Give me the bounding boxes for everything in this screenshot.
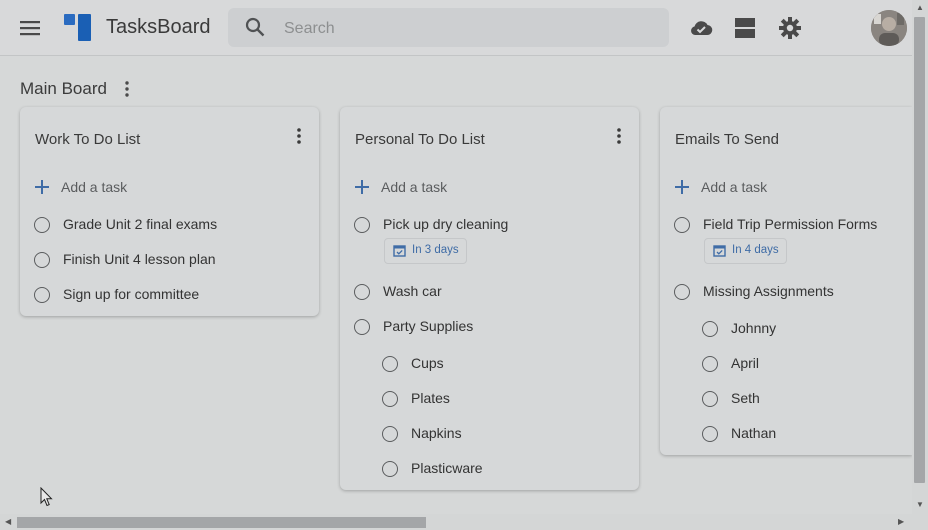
task-checkbox[interactable] <box>34 252 50 268</box>
add-task-label: Add a task <box>381 179 448 195</box>
horizontal-scroll-thumb[interactable] <box>17 517 426 528</box>
view-agenda-icon[interactable] <box>732 15 758 41</box>
task-text[interactable]: Nathan <box>731 425 776 441</box>
task-checkbox[interactable] <box>34 217 50 233</box>
task-checkbox[interactable] <box>34 287 50 303</box>
task-text[interactable]: Cups <box>411 355 444 371</box>
avatar[interactable] <box>871 10 907 46</box>
plus-icon <box>675 180 689 194</box>
add-task-label: Add a task <box>61 179 128 195</box>
due-date-label: In 4 days <box>732 244 779 256</box>
search-icon[interactable] <box>245 17 265 37</box>
task-checkbox[interactable] <box>354 284 370 300</box>
task-checkbox[interactable] <box>674 217 690 233</box>
task-list-card: Personal To Do List Add a task Pick up d… <box>340 107 639 490</box>
list-title: Work To Do List <box>35 131 141 148</box>
task-checkbox[interactable] <box>382 356 398 372</box>
scroll-right-arrow-icon[interactable]: ▶ <box>898 517 904 526</box>
task-text[interactable]: Seth <box>731 390 760 406</box>
task-checkbox[interactable] <box>382 426 398 442</box>
scroll-down-arrow-icon[interactable]: ▼ <box>916 500 924 509</box>
task-checkbox[interactable] <box>382 461 398 477</box>
task-text[interactable]: Grade Unit 2 final exams <box>63 216 217 232</box>
calendar-icon <box>393 245 406 257</box>
task-checkbox[interactable] <box>382 391 398 407</box>
tasksboard-logo-icon <box>64 14 92 42</box>
search-bar[interactable] <box>228 8 669 49</box>
task-text[interactable]: Party Supplies <box>383 318 473 334</box>
task-text[interactable]: Pick up dry cleaning <box>383 216 508 232</box>
task-text[interactable]: Sign up for committee <box>63 286 199 302</box>
task-list-card: Work To Do List Add a task Grade Unit 2 … <box>20 107 319 316</box>
scroll-up-arrow-icon[interactable]: ▲ <box>916 3 924 12</box>
task-text[interactable]: Finish Unit 4 lesson plan <box>63 251 216 267</box>
task-text[interactable]: Field Trip Permission Forms <box>703 216 877 232</box>
horizontal-scrollbar[interactable]: ◀ ▶ <box>0 514 928 530</box>
plus-icon <box>355 180 369 194</box>
vertical-scroll-thumb[interactable] <box>914 17 925 483</box>
settings-icon[interactable] <box>777 15 803 41</box>
search-input[interactable] <box>282 8 656 49</box>
task-text[interactable]: April <box>731 355 759 371</box>
app-title: TasksBoard <box>106 16 211 38</box>
task-checkbox[interactable] <box>702 426 718 442</box>
task-text[interactable]: Johnny <box>731 320 776 336</box>
add-task-label: Add a task <box>701 179 768 195</box>
due-date-label: In 3 days <box>412 244 459 256</box>
task-checkbox[interactable] <box>674 284 690 300</box>
board-more-options-icon[interactable] <box>121 80 133 98</box>
list-title: Personal To Do List <box>355 131 485 148</box>
task-checkbox[interactable] <box>354 319 370 335</box>
task-text[interactable]: Plates <box>411 390 450 406</box>
list-title: Emails To Send <box>675 131 779 148</box>
task-text[interactable]: Napkins <box>411 425 462 441</box>
mouse-pointer-icon <box>40 486 54 507</box>
scroll-left-arrow-icon[interactable]: ◀ <box>5 517 11 526</box>
vertical-scrollbar[interactable]: ▲ ▼ <box>912 0 928 514</box>
task-checkbox[interactable] <box>702 321 718 337</box>
task-list-card: Emails To Send Add a task Field Trip Per… <box>660 107 912 455</box>
list-more-options-icon[interactable] <box>613 126 625 146</box>
task-checkbox[interactable] <box>354 217 370 233</box>
task-text[interactable]: Missing Assignments <box>703 283 834 299</box>
calendar-icon <box>713 245 726 257</box>
task-checkbox[interactable] <box>702 391 718 407</box>
due-date-chip[interactable]: In 3 days <box>384 238 467 264</box>
list-more-options-icon[interactable] <box>293 126 305 146</box>
board-title: Main Board <box>20 79 107 98</box>
plus-icon <box>35 180 49 194</box>
task-checkbox[interactable] <box>702 356 718 372</box>
due-date-chip[interactable]: In 4 days <box>704 238 787 264</box>
cloud-done-icon[interactable] <box>688 15 714 41</box>
task-text[interactable]: Plasticware <box>411 460 483 476</box>
menu-icon[interactable] <box>18 17 42 39</box>
top-app-bar: TasksBoard <box>0 0 912 56</box>
task-text[interactable]: Wash car <box>383 283 442 299</box>
